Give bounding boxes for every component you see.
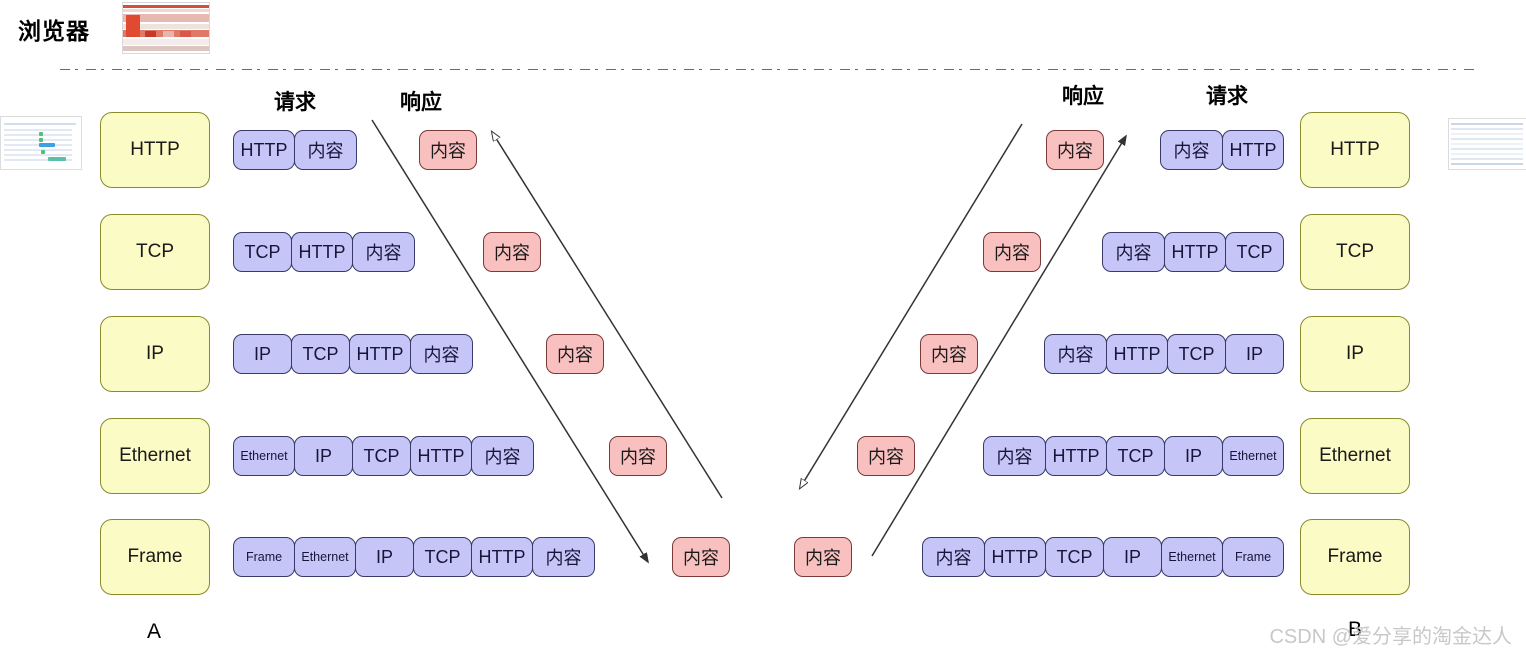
packet-segment-http: HTTP	[1106, 334, 1168, 374]
infographic-thumbnail	[122, 2, 210, 54]
packet-segment-内容: 内容	[294, 130, 357, 170]
response-content-right-row5: 内容	[794, 537, 852, 577]
layer-box-right-ethernet: Ethernet	[1300, 418, 1410, 494]
response-content-left-row3: 内容	[546, 334, 604, 374]
packet-segment-frame: Frame	[233, 537, 295, 577]
response-content-right-row3: 内容	[920, 334, 978, 374]
packet-segment-内容: 内容	[1044, 334, 1107, 374]
packet-segment-内容: 内容	[532, 537, 595, 577]
packet-segment-ip: IP	[294, 436, 353, 476]
packet-segment-http: HTTP	[1164, 232, 1226, 272]
packet-segment-tcp: TCP	[352, 436, 411, 476]
separator-line	[60, 68, 1476, 70]
packet-segment-ip: IP	[1225, 334, 1284, 374]
layer-box-left-frame: Frame	[100, 519, 210, 595]
packet-segment-http: HTTP	[349, 334, 411, 374]
packet-segment-内容: 内容	[471, 436, 534, 476]
packet-segment-http: HTTP	[471, 537, 533, 577]
response-content-right-row2: 内容	[983, 232, 1041, 272]
layer-box-left-ethernet: Ethernet	[100, 418, 210, 494]
watermark: CSDN @爱分享的淘金达人	[1269, 626, 1512, 648]
response-content-left-row5: 内容	[672, 537, 730, 577]
packet-segment-tcp: TCP	[413, 537, 472, 577]
layer-box-left-ip: IP	[100, 316, 210, 392]
packet-segment-内容: 内容	[410, 334, 473, 374]
packet-segment-http: HTTP	[410, 436, 472, 476]
request-chain-right-row5: 内容 HTTP TCP IP Ethernet Frame	[922, 537, 1284, 577]
packet-segment-ethernet: Ethernet	[1161, 537, 1223, 577]
packet-segment-http: HTTP	[1045, 436, 1107, 476]
request-chain-right-row2: 内容 HTTP TCP	[1102, 232, 1284, 272]
layer-box-left-http: HTTP	[100, 112, 210, 188]
layer-box-right-frame: Frame	[1300, 519, 1410, 595]
packet-segment-内容: 内容	[983, 436, 1046, 476]
packet-segment-ip: IP	[1164, 436, 1223, 476]
heading-left-response: 响应	[400, 91, 442, 114]
layer-box-right-http: HTTP	[1300, 112, 1410, 188]
packet-segment-内容: 内容	[1102, 232, 1165, 272]
packet-segment-ip: IP	[1103, 537, 1162, 577]
response-content-left-row2: 内容	[483, 232, 541, 272]
heading-right-response: 响应	[1062, 85, 1104, 108]
response-content-left-row4: 内容	[609, 436, 667, 476]
packet-segment-ethernet: Ethernet	[233, 436, 295, 476]
request-chain-right-row1: 内容 HTTP	[1160, 130, 1284, 170]
request-chain-right-row4: 内容 HTTP TCP IP Ethernet	[983, 436, 1284, 476]
packet-segment-tcp: TCP	[1225, 232, 1284, 272]
packet-segment-tcp: TCP	[1167, 334, 1226, 374]
packet-segment-内容: 内容	[352, 232, 415, 272]
page-title: 浏览器	[18, 18, 90, 44]
packet-segment-ethernet: Ethernet	[1222, 436, 1284, 476]
spreadsheet-thumbnail-right	[1448, 118, 1526, 170]
heading-right-request: 请求	[1206, 85, 1248, 108]
layer-box-right-ip: IP	[1300, 316, 1410, 392]
response-content-right-row1: 内容	[1046, 130, 1104, 170]
arrow-decapsulation-down-right	[800, 123, 1023, 488]
packet-segment-tcp: TCP	[1106, 436, 1165, 476]
request-chain-left-row5: Frame Ethernet IP TCP HTTP 内容	[233, 537, 595, 577]
packet-segment-ip: IP	[233, 334, 292, 374]
flow-arrows	[371, 119, 1526, 656]
request-chain-right-row3: 内容 HTTP TCP IP	[1044, 334, 1284, 374]
packet-segment-http: HTTP	[1222, 130, 1284, 170]
endpoint-label-a: A	[147, 620, 162, 643]
spreadsheet-thumbnail-left	[0, 116, 82, 170]
layer-box-left-tcp: TCP	[100, 214, 210, 290]
request-chain-left-row1: HTTP 内容	[233, 130, 357, 170]
packet-segment-内容: 内容	[922, 537, 985, 577]
packet-segment-tcp: TCP	[291, 334, 350, 374]
response-content-left-row1: 内容	[419, 130, 477, 170]
request-chain-left-row2: TCP HTTP 内容	[233, 232, 415, 272]
packet-segment-内容: 内容	[1160, 130, 1223, 170]
packet-segment-http: HTTP	[291, 232, 353, 272]
packet-segment-frame: Frame	[1222, 537, 1284, 577]
heading-left-request: 请求	[274, 91, 316, 114]
packet-segment-http: HTTP	[233, 130, 295, 170]
layer-box-right-tcp: TCP	[1300, 214, 1410, 290]
response-content-right-row4: 内容	[857, 436, 915, 476]
packet-segment-tcp: TCP	[1045, 537, 1104, 577]
packet-segment-ip: IP	[355, 537, 414, 577]
request-chain-left-row3: IP TCP HTTP 内容	[233, 334, 473, 374]
packet-segment-http: HTTP	[984, 537, 1046, 577]
packet-segment-tcp: TCP	[233, 232, 292, 272]
request-chain-left-row4: Ethernet IP TCP HTTP 内容	[233, 436, 534, 476]
packet-segment-ethernet: Ethernet	[294, 537, 356, 577]
